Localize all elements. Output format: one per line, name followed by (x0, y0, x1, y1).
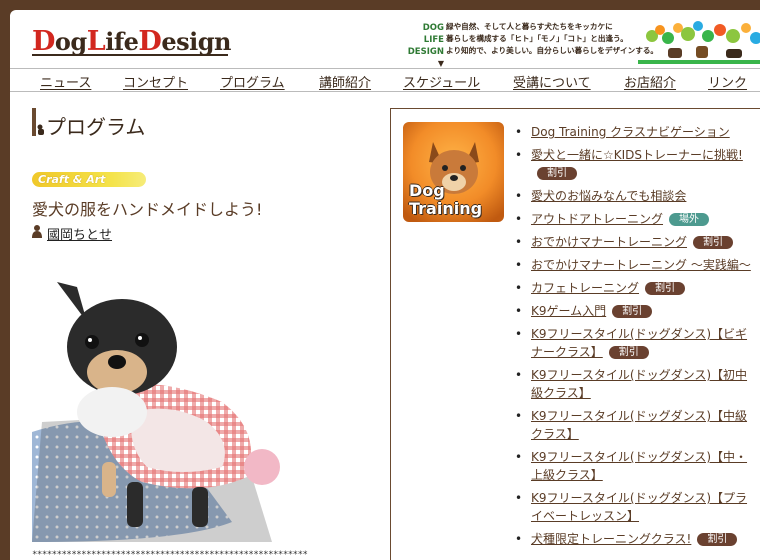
course-sidebar: Dog Training • Dog Training クラスナビゲーション • 愛… (390, 108, 760, 560)
page-title: プログラム (46, 115, 146, 139)
course-link[interactable]: K9フリースタイル(ドッグダンス)【初中級クラス】 (531, 368, 747, 400)
course-link[interactable]: K9フリースタイル(ドッグダンス)【中・上級クラス】 (531, 450, 747, 482)
bullet: • (515, 281, 523, 295)
bullet: • (515, 212, 523, 226)
logo-text: esign (161, 27, 231, 56)
tagline-side: DOG LIFE DESIGN ▼ (400, 22, 444, 70)
nav-item-news[interactable]: ニュース (40, 72, 91, 91)
outside-venue-badge: 場外 (669, 213, 710, 226)
site-logo[interactable]: DogLifeDesign (32, 26, 231, 57)
tagline-line: 緑や自然、そして人と暮らす犬たちをキッカケに (446, 22, 613, 31)
thumbnail-label-line: Training (409, 199, 483, 218)
course-link[interactable]: K9フリースタイル(ドッグダンス)【プライベートレッスン】 (531, 491, 747, 523)
list-item: • K9フリースタイル(ドッグダンス)【中・上級クラス】 (513, 448, 751, 484)
list-item: • 愛犬のお悩みなんでも相談会 (513, 187, 751, 205)
article-title: 愛犬の服をハンドメイドしよう! (32, 200, 263, 219)
course-link[interactable]: 愛犬と一緒に☆KIDSトレーナーに挑戦! (531, 148, 743, 162)
bullet: • (515, 327, 523, 341)
bullet: • (515, 491, 523, 505)
tagline-line: より知的で、より美しい。自分らしい暮らしをデザインする。 (446, 46, 659, 55)
tagline-side-line: DOG (422, 23, 444, 33)
course-link[interactable]: 愛犬のお悩みなんでも相談会 (531, 189, 686, 203)
nav-item-program[interactable]: プログラム (220, 72, 285, 91)
bullet: • (515, 368, 523, 382)
thumbnail-label: Dog Training (409, 182, 482, 218)
course-link[interactable]: Dog Training クラスナビゲーション (531, 125, 730, 139)
nav-item-enrollment[interactable]: 受講について (513, 72, 591, 91)
bullet: • (515, 148, 523, 162)
list-item: • カフェトレーニング 割引 (513, 279, 751, 297)
list-item: • 犬種限定トレーニングクラス! 割引 (513, 530, 751, 548)
tagline-side-line: DESIGN (407, 47, 444, 57)
main-nav: ニュース コンセプト プログラム 講師紹介 スケジュール 受講について お店紹介… (10, 68, 760, 92)
list-item: • おでかけマナートレーニング 割引 (513, 233, 751, 251)
nav-item-concept[interactable]: コンセプト (123, 72, 188, 91)
discount-badge: 割引 (697, 533, 738, 546)
logo-letter: D (138, 26, 162, 57)
course-link[interactable]: おでかけマナートレーニング (531, 235, 687, 249)
author-link[interactable]: 國岡ちとせ (47, 224, 112, 243)
chihuahua-photo (32, 262, 292, 542)
logo-letter: D (32, 26, 55, 57)
bullet: • (515, 125, 523, 139)
separator-line: ****************************************… (32, 550, 308, 560)
bullet: • (515, 450, 523, 464)
thumbnail-label-line: Dog (409, 181, 445, 200)
list-item: • 愛犬と一緒に☆KIDSトレーナーに挑戦! 割引 (513, 146, 751, 182)
list-item: • K9フリースタイル(ドッグダンス)【プライベートレッスン】 (513, 489, 751, 525)
category-badge: Craft & Art (32, 172, 146, 187)
nav-item-shop[interactable]: お店紹介 (624, 72, 676, 91)
list-item: • K9フリースタイル(ドッグダンス)【ビギナークラス】 割引 (513, 325, 751, 361)
list-item: • K9フリースタイル(ドッグダンス)【初中級クラス】 (513, 366, 751, 402)
nav-item-instructors[interactable]: 講師紹介 (319, 72, 371, 91)
logo-letter: L (86, 26, 106, 57)
course-list: • Dog Training クラスナビゲーション • 愛犬と一緒に☆KIDSトレー… (513, 123, 751, 553)
discount-badge: 割引 (693, 236, 734, 249)
nav-item-links[interactable]: リンク (708, 72, 747, 91)
list-item: • Dog Training クラスナビゲーション (513, 123, 751, 141)
bullet: • (515, 258, 523, 272)
dog-training-thumbnail[interactable]: Dog Training (403, 122, 504, 222)
course-link[interactable]: K9ゲーム入門 (531, 304, 606, 318)
list-item: • K9フリースタイル(ドッグダンス)【中級クラス】 (513, 407, 751, 443)
dog-silhouette-icon (37, 124, 44, 135)
logo-text: ife (105, 27, 139, 56)
tagline-side-line: LIFE (423, 35, 444, 45)
bullet: • (515, 189, 523, 203)
list-item: • おでかけマナートレーニング ～実践編～ (513, 256, 751, 274)
discount-badge: 割引 (612, 305, 653, 318)
page-frame: DogLifeDesign DOG LIFE DESIGN ▼ 緑や自然、そして… (10, 10, 760, 560)
list-item: • アウトドアトレーニング 場外 (513, 210, 751, 228)
course-link[interactable]: おでかけマナートレーニング ～実践編～ (531, 258, 751, 272)
course-link[interactable]: カフェトレーニング (531, 281, 639, 295)
discount-badge: 割引 (537, 167, 577, 180)
list-item: • K9ゲーム入門 割引 (513, 302, 751, 320)
logo-underline (32, 54, 228, 56)
discount-badge: 割引 (645, 282, 686, 295)
tagline-line: 暮らしを構成する「ヒト」「モノ」「コト」と出逢う。 (446, 34, 628, 43)
bullet: • (515, 532, 523, 546)
person-icon (32, 225, 42, 238)
course-link[interactable]: K9フリースタイル(ドッグダンス)【中級クラス】 (531, 409, 747, 441)
nav-item-schedule[interactable]: スケジュール (403, 72, 480, 91)
tagline-main: 緑や自然、そして人と暮らす犬たちをキッカケに 暮らしを構成する「ヒト」「モノ」「… (446, 21, 666, 57)
course-link[interactable]: アウトドアトレーニング (531, 212, 663, 226)
discount-badge: 割引 (608, 346, 649, 359)
bullet: • (515, 304, 523, 318)
course-link[interactable]: 犬種限定トレーニングクラス! (531, 532, 691, 546)
bullet: • (515, 235, 523, 249)
site-header: DogLifeDesign DOG LIFE DESIGN ▼ 緑や自然、そして… (10, 10, 760, 68)
bullet: • (515, 409, 523, 423)
logo-text: og (54, 27, 87, 56)
header-illustration (638, 21, 760, 64)
